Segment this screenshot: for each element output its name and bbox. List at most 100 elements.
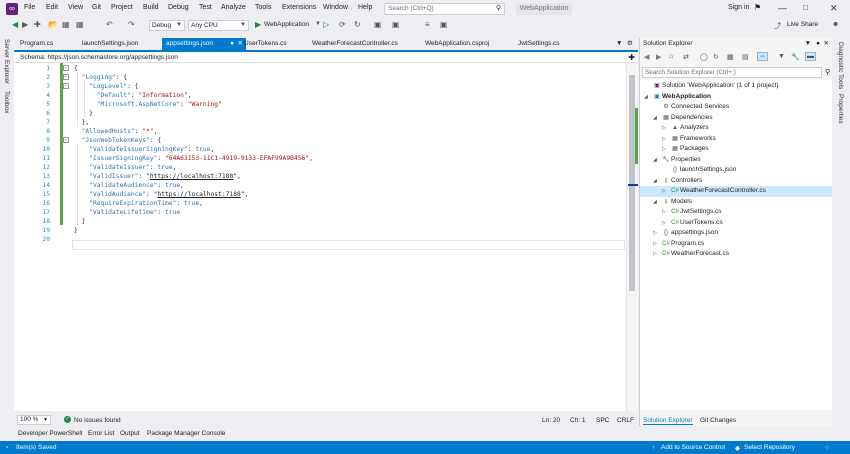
whitespace-indicator[interactable]: SPC <box>596 417 609 424</box>
menu-git[interactable]: Git <box>92 4 101 11</box>
search-icon[interactable]: ⚲ <box>825 68 830 76</box>
tree-item[interactable]: ▷ C#WeatherForecastController.cs <box>640 186 833 197</box>
pending-changes-icon[interactable]: ◯ <box>700 53 708 61</box>
tab-git-changes[interactable]: Git Changes <box>700 417 736 424</box>
properties-tab[interactable]: Properties <box>837 94 844 124</box>
menu-project[interactable]: Project <box>111 4 133 11</box>
browser-link-icon[interactable]: ⟳ <box>339 20 346 29</box>
collapsed-chevron-icon[interactable]: ▷ <box>662 123 670 134</box>
save-icon[interactable]: ▦ <box>62 20 70 29</box>
admin-icon[interactable]: ☻ <box>832 21 839 28</box>
tree-item[interactable]: ◢ ▮ Controllers <box>640 176 833 187</box>
bookmark-icon[interactable]: ▣ <box>440 20 448 29</box>
menu-file[interactable]: File <box>24 4 35 11</box>
collapsed-chevron-icon[interactable]: ▷ <box>653 228 661 239</box>
code-token[interactable]: https://localhost:7188 <box>157 191 240 198</box>
line-indicator[interactable]: Ln: 20 <box>542 417 560 424</box>
collapsed-chevron-icon[interactable]: ▷ <box>662 218 670 229</box>
collapsed-chevron-icon[interactable]: ▷ <box>662 207 670 218</box>
tab-error-list[interactable]: Error List <box>88 430 114 437</box>
fold-toggle-icon[interactable]: − <box>63 137 69 143</box>
dropdown-icon[interactable]: ▼ <box>778 53 785 60</box>
menu-analyze[interactable]: Analyze <box>221 4 246 11</box>
tab-package-manager-console[interactable]: Package Manager Console <box>147 430 225 437</box>
back-icon[interactable]: ◀ <box>644 53 649 61</box>
sign-in-link[interactable]: Sign in <box>728 4 749 11</box>
menu-test[interactable]: Test <box>199 4 212 11</box>
tab-launchsettings-json[interactable]: launchSettings.json <box>78 38 162 50</box>
solution-search-input[interactable]: Search Solution Explorer (Ctrl+;) <box>642 67 822 78</box>
menu-tools[interactable]: Tools <box>255 4 271 11</box>
hot-reload-icon[interactable]: ↻ <box>354 20 361 29</box>
tree-item[interactable]: ▣ Solution 'WebApplication' (1 of 1 proje… <box>640 81 833 92</box>
tree-item[interactable]: ▷ C#UserTokens.cs <box>640 218 833 229</box>
expanded-chevron-icon[interactable]: ◢ <box>653 197 661 208</box>
tree-item[interactable]: ◢ ▦ Dependencies <box>640 113 833 124</box>
preview-selected-items-icon[interactable]: ▬ <box>805 52 816 61</box>
run-target-chevron-icon[interactable]: ▼ <box>315 21 321 27</box>
collapsed-chevron-icon[interactable]: ▷ <box>662 186 670 197</box>
panel-menu-icon[interactable]: ▼ <box>805 38 811 50</box>
tab-developer-powershell[interactable]: Developer PowerShell <box>18 430 82 437</box>
save-all-icon[interactable]: ▦ <box>76 20 84 29</box>
menu-extensions[interactable]: Extensions <box>282 4 316 11</box>
code-editor[interactable]: 1 − 2 − 3 − 4 5 6 7 8 9 − 10 11 12 13 14 15 16 17 18 19 20 { "L… <box>14 63 638 411</box>
menu-help[interactable]: Help <box>358 4 372 11</box>
collapsed-chevron-icon[interactable]: ▷ <box>653 239 661 250</box>
undo-icon[interactable]: ↶ <box>106 20 113 29</box>
select-repository-button[interactable]: Select Repository <box>744 444 795 451</box>
live-share-icon[interactable]: ⤴ <box>774 21 781 31</box>
menu-build[interactable]: Build <box>143 4 159 11</box>
sync-icon[interactable]: ⇄ <box>683 53 689 61</box>
tab-webapplication-csproj[interactable]: WebApplication.csproj <box>421 38 511 50</box>
tree-item[interactable]: ◢ 🔧Properties <box>640 155 833 166</box>
vertical-scrollbar[interactable] <box>626 63 638 411</box>
issues-status[interactable]: No issues found <box>74 417 121 424</box>
tree-item[interactable]: ▷ C#WeatherForecast.cs <box>640 249 833 260</box>
tree-item[interactable]: ⚙ Connected Services <box>640 102 833 113</box>
new-item-icon[interactable]: ✚ <box>34 20 41 29</box>
start-icon[interactable]: ▶ <box>255 20 261 29</box>
split-editor-icon[interactable]: ✚ <box>628 52 635 63</box>
schema-url[interactable]: https://json.schemastore.org/appsettings… <box>47 54 177 61</box>
add-to-source-control-button[interactable]: Add to Source Control <box>661 444 725 451</box>
tree-item[interactable]: ▷{} appsettings.json <box>640 228 833 239</box>
search-box[interactable]: Search (Ctrl+Q) ⚲ <box>384 3 505 15</box>
tab-usertokens-cs[interactable]: UserTokens.cs <box>240 38 310 50</box>
toolbar-extra-icon-2[interactable]: ▣ <box>392 20 400 29</box>
menu-view[interactable]: View <box>68 4 83 11</box>
start-without-debugging-icon[interactable]: ▷ <box>323 20 329 29</box>
toolbar-extra-icon[interactable]: ▣ <box>374 20 382 29</box>
column-indicator[interactable]: Ch: 1 <box>570 417 586 424</box>
line-ending-indicator[interactable]: CRLF <box>617 417 634 424</box>
open-icon[interactable]: 📂 <box>48 20 58 29</box>
collapsed-chevron-icon[interactable]: ▷ <box>662 144 670 155</box>
refresh-icon[interactable]: ↻ <box>713 53 719 61</box>
tree-item[interactable]: ▷ C#Program.cs <box>640 239 833 250</box>
diagnostic-tools-tab[interactable]: Diagnostic Tools <box>837 42 844 89</box>
pin-icon[interactable]: ● <box>230 38 234 50</box>
expanded-chevron-icon[interactable]: ◢ <box>653 155 661 166</box>
home-icon[interactable]: ⌂ <box>669 53 673 60</box>
menu-edit[interactable]: Edit <box>46 4 58 11</box>
tab-program-cs[interactable]: Program.cs <box>16 38 78 50</box>
menu-debug[interactable]: Debug <box>168 4 189 11</box>
minimize-icon[interactable]: — <box>778 3 787 13</box>
fold-toggle-icon[interactable]: − <box>63 74 69 80</box>
sync-with-active-document-icon[interactable]: ⇔ <box>757 52 768 61</box>
tab-overflow-icon[interactable]: ▼ <box>616 38 626 50</box>
forward-icon[interactable]: ▶ <box>656 53 661 61</box>
fold-toggle-icon[interactable]: − <box>63 65 69 71</box>
pin-icon[interactable]: ● <box>816 38 820 50</box>
collapsed-chevron-icon[interactable]: ▷ <box>662 134 670 145</box>
tree-item[interactable]: ▷ C#JwtSettings.cs <box>640 207 833 218</box>
settings-icon[interactable]: ⚙ <box>627 38 637 50</box>
toolbox-tab[interactable]: Toolbox <box>3 91 10 113</box>
tree-item[interactable]: ◢ ▮ Models <box>640 197 833 208</box>
tree-item[interactable]: ▷ ▦ Frameworks <box>640 134 833 145</box>
live-share-button[interactable]: Live Share <box>787 21 818 28</box>
forward-icon[interactable]: ▶ <box>22 20 28 29</box>
configuration-dropdown[interactable]: Debug ▼ <box>149 20 185 31</box>
tab-appsettings-json[interactable]: appsettings.json ● ✕ <box>162 38 246 50</box>
tree-item[interactable]: ▷ ▦ Packages <box>640 144 833 155</box>
